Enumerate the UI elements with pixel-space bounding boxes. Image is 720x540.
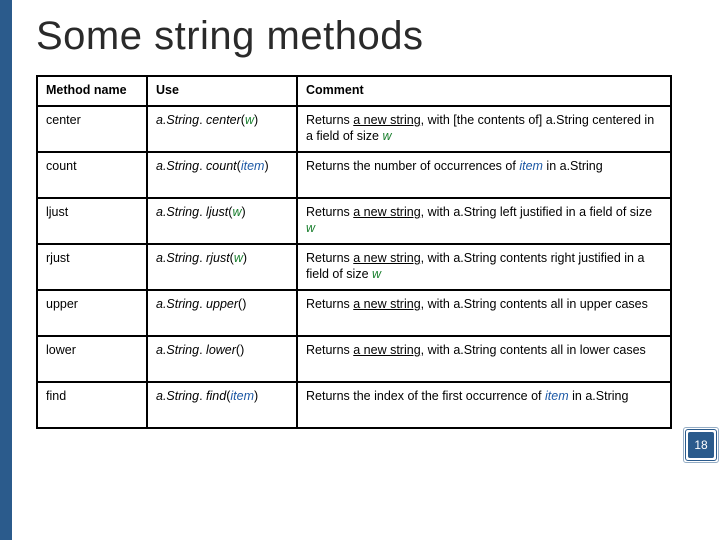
cell-name: find [37,382,147,428]
table-header-row: Method name Use Comment [37,76,671,106]
cell-comment: Returns the number of occurrences of ite… [297,152,671,198]
cell-use: a.String. rjust(w) [147,244,297,290]
table-row: count a.String. count(item) Returns the … [37,152,671,198]
cell-name: lower [37,336,147,382]
cell-use: a.String. lower() [147,336,297,382]
cell-comment: Returns a new string, with a.String cont… [297,336,671,382]
table-row: ljust a.String. ljust(w) Returns a new s… [37,198,671,244]
cell-comment: Returns a new string, with [the contents… [297,106,671,152]
cell-name: center [37,106,147,152]
cell-name: ljust [37,198,147,244]
table-row: lower a.String. lower() Returns a new st… [37,336,671,382]
table-row: rjust a.String. rjust(w) Returns a new s… [37,244,671,290]
cell-name: rjust [37,244,147,290]
table-row: find a.String. find(item) Returns the in… [37,382,671,428]
cell-name: count [37,152,147,198]
table-row: center a.String. center(w) Returns a new… [37,106,671,152]
cell-comment: Returns a new string, with a.String cont… [297,290,671,336]
col-method-name: Method name [37,76,147,106]
cell-use: a.String. center(w) [147,106,297,152]
cell-use: a.String. ljust(w) [147,198,297,244]
col-comment: Comment [297,76,671,106]
cell-comment: Returns a new string, with a.String left… [297,198,671,244]
methods-table: Method name Use Comment center a.String.… [36,75,672,429]
cell-use: a.String. count(item) [147,152,297,198]
accent-bar [0,0,12,540]
cell-comment: Returns a new string, with a.String cont… [297,244,671,290]
table-row: upper a.String. upper() Returns a new st… [37,290,671,336]
col-use: Use [147,76,297,106]
slide-content: Some string methods Method name Use Comm… [36,14,672,429]
cell-comment: Returns the index of the first occurrenc… [297,382,671,428]
cell-use: a.String. find(item) [147,382,297,428]
page-number-badge: 18 [688,432,714,458]
cell-use: a.String. upper() [147,290,297,336]
cell-name: upper [37,290,147,336]
page-title: Some string methods [36,14,672,59]
